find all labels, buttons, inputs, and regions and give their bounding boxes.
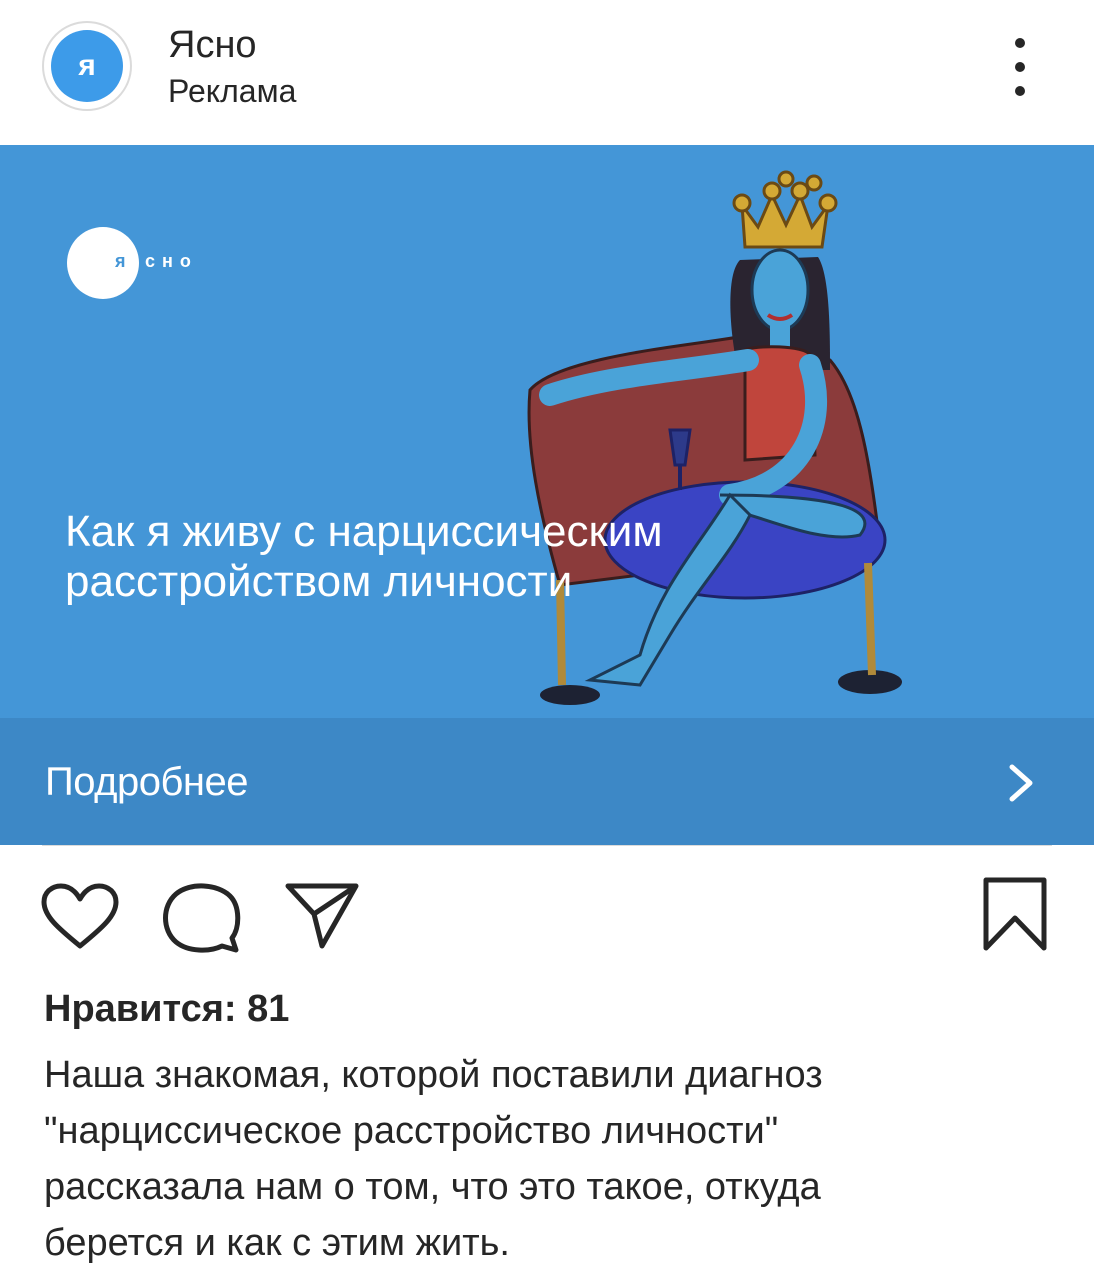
brand-logo-circle — [67, 227, 139, 299]
crowned-woman-illustration — [527, 170, 902, 705]
chevron-right-icon — [1009, 764, 1033, 802]
sponsored-label: Реклама — [168, 73, 297, 109]
more-dot — [1015, 62, 1025, 72]
brand-logo-text: сно — [145, 251, 198, 271]
brand-logo: я сно — [67, 227, 227, 299]
paper-plane-icon[interactable] — [284, 880, 360, 950]
more-dot — [1015, 86, 1025, 96]
ad-post: я Ясно Реклама я сно Как я живу с нарцис… — [0, 0, 1094, 1280]
heart-icon[interactable] — [40, 882, 120, 952]
headline-line: расстройством личности — [65, 557, 573, 606]
brand-logo-letter: я — [115, 251, 126, 271]
caption-line: берется и как с этим жить. — [44, 1222, 510, 1264]
learn-more-button[interactable]: Подробнее — [0, 718, 1094, 845]
learn-more-label: Подробнее — [45, 760, 248, 804]
ad-headline: Как я живу с нарциссическим расстройство… — [65, 507, 825, 607]
likes-count[interactable]: Нравится: 81 — [44, 988, 289, 1031]
comment-icon[interactable] — [160, 880, 242, 954]
post-caption: Наша знакомая, которой поставили диагноз… — [44, 1047, 1054, 1271]
bookmark-icon[interactable] — [980, 876, 1050, 952]
headline-line: Как я живу с нарциссическим — [65, 507, 663, 556]
avatar-letter: я — [78, 49, 96, 82]
account-name[interactable]: Ясно — [168, 24, 257, 67]
avatar[interactable]: я — [51, 30, 123, 102]
more-options-icon[interactable] — [1000, 38, 1040, 96]
crown-icon — [732, 170, 838, 249]
divider — [42, 845, 1052, 846]
ad-image[interactable]: я сно Как я живу с нарциссическим расстр… — [0, 145, 1094, 718]
caption-line: Наша знакомая, которой поставили диагноз — [44, 1054, 823, 1096]
caption-line: "нарциссическое расстройство личности" — [44, 1110, 779, 1152]
more-dot — [1015, 38, 1025, 48]
caption-line: рассказала нам о том, что это такое, отк… — [44, 1166, 821, 1208]
post-header: я Ясно Реклама — [0, 0, 1094, 145]
